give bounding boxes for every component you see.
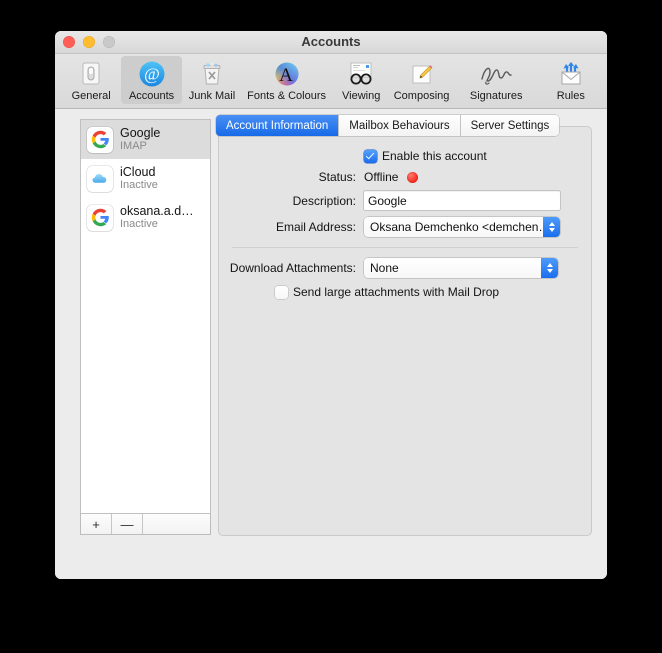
account-name: Google (120, 126, 161, 140)
toolbar-item-viewing[interactable]: Viewing (331, 56, 391, 104)
account-tab-bar: Account Information Mailbox Behaviours S… (216, 115, 560, 136)
status-indicator-dot (407, 171, 419, 183)
account-actions-area[interactable] (143, 514, 210, 534)
enable-account-row: Enable this account (218, 149, 592, 163)
mail-drop-checkbox[interactable] (275, 285, 288, 299)
toolbar-label-junk-mail: Junk Mail (188, 90, 236, 102)
email-address-row: Email Address: Oksana Demchenko <demchen… (218, 217, 592, 237)
tab-server-settings[interactable]: Server Settings (460, 115, 560, 136)
add-account-button[interactable]: + (81, 514, 112, 534)
account-name: iCloud (120, 165, 156, 179)
download-attachments-label: Download Attachments: (229, 261, 356, 275)
icloud-icon (87, 165, 113, 192)
svg-text:A: A (279, 65, 293, 86)
download-attachments-row: Download Attachments: None (218, 258, 592, 278)
account-status: IMAP (120, 140, 147, 152)
status-label: Status: (318, 170, 356, 184)
status-value: Offline (364, 170, 399, 184)
tab-mailbox-behaviours[interactable]: Mailbox Behaviours (339, 115, 461, 136)
google-icon (87, 126, 113, 153)
account-text: iCloud Inactive (120, 165, 158, 192)
account-name: oksana.a.d… (120, 204, 194, 218)
pencil-note-icon (391, 59, 451, 89)
google-icon (87, 204, 113, 231)
accounts-preferences-window: Accounts General @ Accounts Junk Mail A … (55, 31, 607, 579)
download-attachments-popup[interactable]: None (364, 258, 558, 278)
minimize-button[interactable] (83, 36, 95, 48)
chevron-updown-icon (541, 258, 558, 278)
chevron-updown-icon (543, 217, 560, 237)
envelope-arrows-icon (541, 59, 601, 89)
preferences-content: Google IMAP iCloud Inactive oksana.a.d… … (55, 109, 607, 579)
traffic-lights (63, 36, 115, 48)
toolbar-label-rules: Rules (556, 90, 585, 102)
description-input[interactable]: Google (364, 191, 560, 210)
window-title: Accounts (301, 34, 361, 49)
toolbar-item-fonts-colours[interactable]: A Fonts & Colours (242, 56, 331, 104)
account-row-google[interactable]: Google IMAP (81, 120, 210, 159)
account-text: Google IMAP (120, 126, 160, 153)
description-label: Description: (292, 193, 356, 208)
toolbar-item-general[interactable]: General (61, 56, 121, 104)
accounts-list[interactable]: Google IMAP iCloud Inactive oksana.a.d… … (80, 119, 211, 514)
toolbar-item-junk-mail[interactable]: Junk Mail (182, 56, 242, 104)
remove-account-button[interactable]: — (112, 514, 143, 534)
tab-account-information[interactable]: Account Information (216, 115, 340, 136)
toolbar-label-signatures: Signatures (469, 90, 523, 102)
toolbar-label-general: General (71, 90, 111, 102)
toolbar-label-composing: Composing (393, 90, 450, 102)
signature-icon (452, 59, 541, 89)
account-row-oksana[interactable]: oksana.a.d… Inactive (81, 198, 210, 237)
toolbar-item-composing[interactable]: Composing (391, 56, 451, 104)
at-sign-icon: @ (121, 59, 181, 89)
email-address-value: Oksana Demchenko <demchen… (370, 220, 551, 234)
enable-account-label: Enable this account (382, 149, 487, 163)
toolbar-label-viewing: Viewing (342, 90, 381, 102)
toolbar-item-accounts[interactable]: @ Accounts (121, 56, 182, 104)
status-row: Status: Offline (218, 170, 592, 184)
toolbar-label-accounts: Accounts (128, 90, 175, 102)
toolbar-label-fonts-colours: Fonts & Colours (247, 90, 326, 102)
email-address-popup[interactable]: Oksana Demchenko <demchen… (364, 217, 560, 237)
account-status: Inactive (120, 218, 158, 230)
color-wheel-a-icon: A (242, 59, 331, 89)
trash-x-icon (182, 59, 242, 89)
download-attachments-value: None (370, 261, 399, 275)
account-status: Inactive (120, 179, 158, 191)
form-divider (232, 247, 578, 248)
toolbar-item-signatures[interactable]: Signatures (452, 56, 541, 104)
account-text: oksana.a.d… Inactive (120, 204, 194, 231)
svg-text:@: @ (144, 65, 160, 84)
enable-account-checkbox[interactable] (364, 149, 377, 163)
account-row-icloud[interactable]: iCloud Inactive (81, 159, 210, 198)
email-address-label: Email Address: (275, 220, 356, 234)
window-titlebar: Accounts (55, 31, 607, 54)
toolbar-item-rules[interactable]: Rules (541, 56, 601, 104)
account-information-form: Enable this account Status: Offline Desc… (218, 149, 592, 306)
close-button[interactable] (63, 36, 75, 48)
account-list-controls: + — (80, 514, 211, 535)
mail-drop-row: Send large attachments with Mail Drop (218, 285, 592, 299)
mail-drop-label: Send large attachments with Mail Drop (293, 285, 500, 299)
description-row: Description: Google (218, 191, 592, 210)
glasses-icon (331, 59, 391, 89)
preferences-toolbar: General @ Accounts Junk Mail A Fonts & C… (55, 54, 607, 109)
zoom-button (103, 36, 115, 48)
general-icon (61, 59, 121, 89)
